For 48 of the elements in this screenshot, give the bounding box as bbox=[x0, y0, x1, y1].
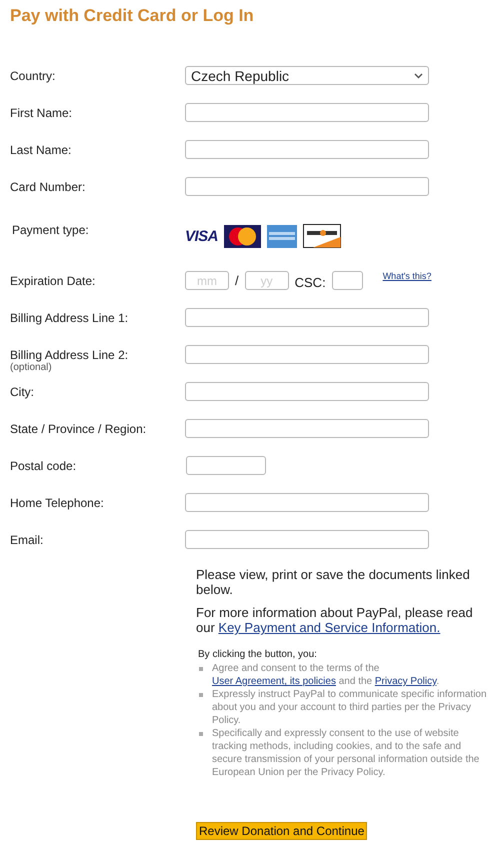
review-button[interactable]: Review Donation and Continue bbox=[196, 822, 368, 840]
bullet-icon bbox=[199, 732, 203, 736]
notice-text: Please view, print or save the documents linked below. bbox=[196, 567, 471, 597]
consent-heading: By clicking the button, you: bbox=[198, 649, 318, 660]
consent-text: Specifically and expressly consent to the use of website tracking methods, including cookies, and to the safe and secure transmission of your personal information outside the European Union per the Privacy Policy. bbox=[212, 728, 480, 778]
text-field[interactable] bbox=[185, 382, 429, 401]
field-label: Country: bbox=[10, 69, 56, 83]
chevron-icon bbox=[414, 72, 423, 78]
text-field[interactable] bbox=[185, 530, 429, 549]
text-field[interactable] bbox=[185, 140, 429, 159]
link[interactable]: User Agreement, its policies bbox=[212, 676, 336, 687]
field-label: Postal code: bbox=[10, 459, 78, 473]
text-field[interactable] bbox=[186, 456, 266, 475]
field-note: (optional) bbox=[10, 362, 53, 373]
separator: / bbox=[235, 273, 239, 288]
card-logo bbox=[267, 224, 298, 248]
text-field[interactable] bbox=[185, 177, 429, 196]
help-link[interactable]: What's this? bbox=[382, 271, 432, 281]
bullet-icon bbox=[199, 667, 203, 671]
consent-text: Agree and consent to the terms of the User Agreement, its policies and the Privacy Policy. bbox=[212, 663, 440, 687]
visa-logo: VISA bbox=[185, 228, 218, 244]
card-logo bbox=[303, 224, 342, 248]
page-title: Pay with Credit Card or Log In bbox=[10, 6, 255, 26]
link[interactable]: Key Payment and Service Information. bbox=[218, 620, 440, 635]
field-label: Email: bbox=[10, 533, 44, 547]
text-field[interactable] bbox=[185, 493, 429, 512]
country-select[interactable]: Czech Republic bbox=[185, 66, 429, 85]
text-field[interactable] bbox=[185, 103, 429, 122]
info-text: For more information about PayPal, please read our Key Payment and Service Information. bbox=[196, 605, 473, 635]
link[interactable]: Privacy Policy bbox=[374, 676, 436, 687]
field-label: Payment type: bbox=[11, 223, 90, 237]
field-label: Home Telephone: bbox=[10, 496, 105, 510]
consent-text: Expressly instruct PayPal to communicate specific information about you and your account to third parties per the Privacy Policy. bbox=[212, 689, 487, 726]
field-label: Last Name: bbox=[10, 143, 72, 157]
field-label: Expiration Date: bbox=[10, 274, 96, 288]
field-label: Billing Address Line 1: bbox=[10, 311, 130, 325]
csc-field[interactable] bbox=[332, 271, 363, 290]
bullet-icon bbox=[199, 693, 203, 697]
field-label: Card Number: bbox=[10, 180, 86, 194]
text-field[interactable] bbox=[185, 419, 429, 438]
field-label: State / Province / Region: bbox=[10, 422, 148, 436]
text-field[interactable] bbox=[185, 308, 429, 327]
csc-label: CSC: bbox=[294, 275, 326, 290]
text-field[interactable] bbox=[185, 345, 429, 364]
field-label: City: bbox=[10, 385, 35, 399]
mastercard-logo bbox=[224, 224, 262, 248]
field-label: First Name: bbox=[10, 106, 74, 120]
field-label: Billing Address Line 2: bbox=[10, 348, 130, 362]
